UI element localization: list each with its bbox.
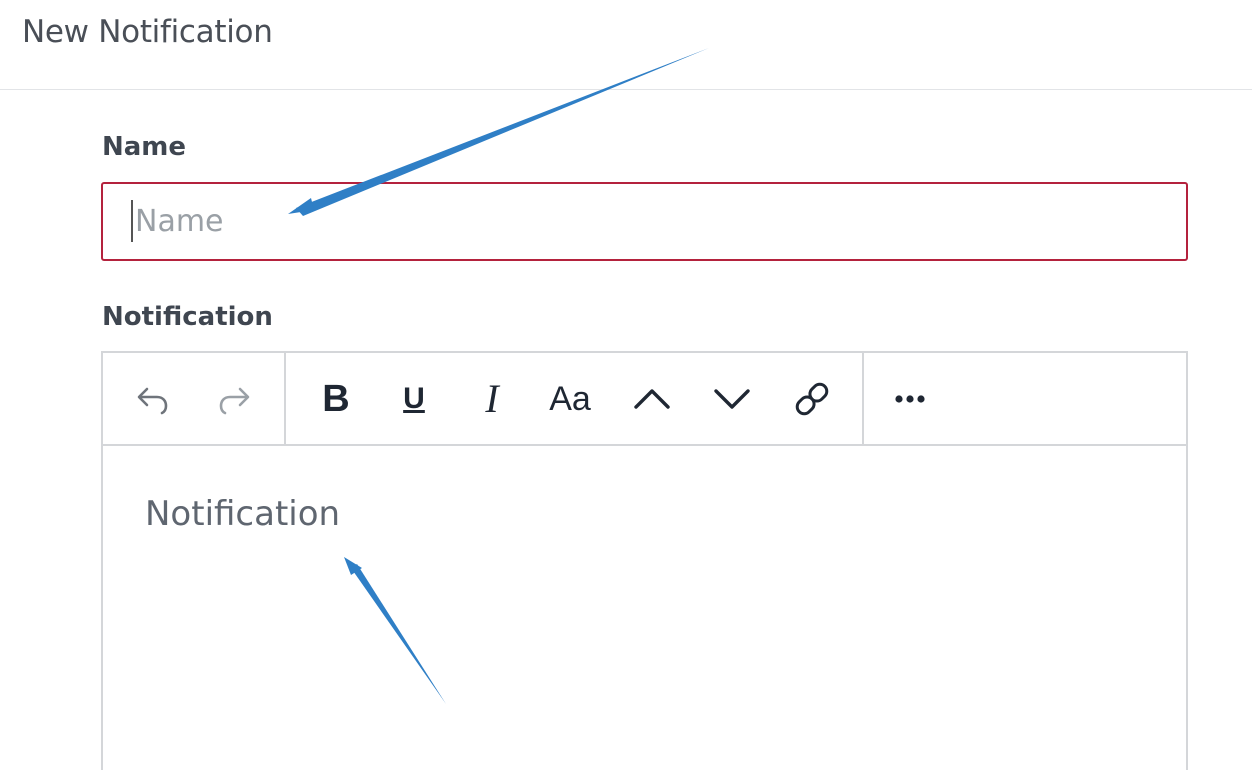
bold-icon: B: [322, 378, 350, 420]
name-label: Name: [102, 132, 187, 162]
underline-icon: U: [403, 382, 425, 415]
italic-icon: I: [485, 376, 499, 421]
more-horizontal-icon: [895, 395, 925, 403]
redo-icon: [219, 387, 250, 415]
font-size-button[interactable]: Aa: [542, 371, 598, 427]
link-icon: [795, 382, 829, 416]
editor-content-area[interactable]: Notification: [103, 446, 1186, 770]
format-group: B U I Aa: [286, 353, 864, 444]
redo-button[interactable]: [206, 371, 262, 427]
link-button[interactable]: [784, 371, 840, 427]
notification-label: Notification: [102, 302, 273, 332]
history-group: [103, 353, 286, 444]
bold-button[interactable]: B: [308, 371, 364, 427]
font-size-icon: Aa: [549, 380, 591, 418]
more-group: [864, 353, 1064, 444]
page-header: New Notification: [0, 0, 1252, 90]
page-title: New Notification: [22, 14, 273, 50]
chevron-up-icon: [634, 389, 670, 409]
notification-editor: B U I Aa Notification: [101, 351, 1188, 770]
underline-button[interactable]: U: [386, 371, 442, 427]
editor-toolbar: B U I Aa: [103, 353, 1186, 446]
undo-icon: [137, 387, 168, 415]
move-down-button[interactable]: [704, 371, 760, 427]
name-input[interactable]: [101, 182, 1188, 261]
more-options-button[interactable]: [882, 371, 938, 427]
italic-button[interactable]: I: [464, 371, 520, 427]
text-caret: [131, 200, 133, 242]
new-notification-page: New Notification Name Notification: [0, 0, 1252, 770]
move-up-button[interactable]: [624, 371, 680, 427]
chevron-down-icon: [714, 389, 750, 409]
undo-button[interactable]: [125, 371, 181, 427]
editor-placeholder: Notification: [145, 494, 341, 534]
